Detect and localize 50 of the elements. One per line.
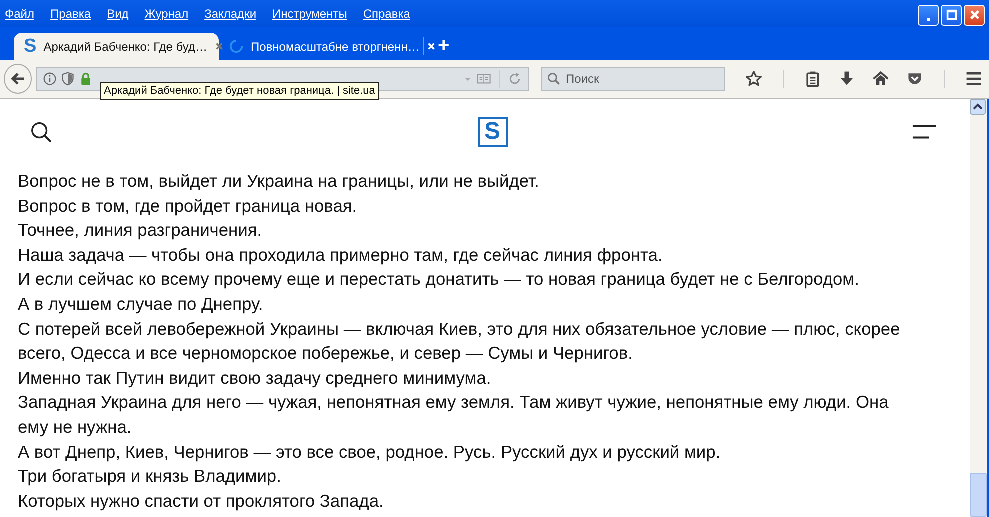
paragraph: Вопрос в том, где пройдет граница новая.: [18, 194, 358, 218]
tab-title: Аркадий Бабченко: Где буд…: [44, 40, 208, 54]
paragraph: Именно так Путин видит свою задачу среднего минимума.: [18, 366, 492, 390]
paragraph: Точнее, линия разграничения.: [18, 219, 264, 242]
paragraph: Западная Украина для него — чужая, непонятная ему земля. Там живут чужие, непонятные ему люди. Она ему не нужна.: [18, 391, 890, 439]
shield-icon: [61, 72, 75, 86]
menu-item[interactable]: Закладки: [204, 6, 265, 20]
maximize-icon: [946, 9, 958, 21]
paragraph: Которых нужно спасти от проклятого Запада.: [18, 490, 385, 513]
info-icon: [43, 72, 57, 86]
menu-item[interactable]: Справка: [362, 6, 418, 20]
minimize-icon: [925, 18, 932, 20]
menu-item[interactable]: Файл: [4, 6, 43, 20]
paragraph: С потерей всей левобережной Украины — включая Киев, это для них обязательное условие — плюс, скорее всего, Одесса и все черноморское побережье, и север — Сумы и Чернигов.: [18, 318, 902, 366]
paragraph: А в лучшем случае по Днепру.: [18, 292, 264, 316]
paragraph: Вопрос не в том, выйдет ли Украина на границы, или не выйдет.: [18, 170, 540, 193]
menu-item[interactable]: Инструменты: [272, 6, 356, 20]
star-icon[interactable]: [745, 70, 763, 88]
browser-tab[interactable]: Повномасштабне вторгненн…: [219, 33, 419, 60]
scrollbar-thumb[interactable]: [970, 473, 987, 517]
download-icon[interactable]: [838, 70, 856, 88]
paragraph: Наша задача — чтобы она проходила примерно там, где сейчас линия фронта.: [18, 244, 664, 267]
clipboard-icon[interactable]: [804, 70, 822, 88]
menu-icon[interactable]: [965, 70, 983, 88]
search-icon[interactable]: [30, 120, 53, 144]
paragraph: И если сейчас ко всему прочему еще и перестать донатить — то новая граница будет не с Белгородом.: [18, 268, 860, 292]
menu-item[interactable]: Вид: [106, 6, 137, 20]
back-button[interactable]: [4, 64, 32, 94]
close-icon: [968, 9, 980, 21]
search-icon: [547, 72, 561, 86]
menu-icon[interactable]: [912, 124, 937, 140]
tooltip: Аркадий Бабченко: Где будет новая граница. | site.ua: [100, 82, 380, 100]
minimize-button[interactable]: [918, 4, 939, 26]
menu-item[interactable]: Правка: [50, 6, 100, 20]
scrollbar[interactable]: [970, 99, 987, 517]
lock-icon: [79, 72, 93, 86]
paragraph: А вот Днепр, Киев, Чернигов — это все свое, родное. Русь. Русский дух и русский мир.: [18, 440, 722, 464]
menu-item[interactable]: Журнал: [144, 6, 197, 20]
arrow-left-icon: [10, 71, 26, 87]
maximize-button[interactable]: [941, 4, 962, 26]
tab-title: Повномасштабне вторгненн…: [251, 40, 420, 54]
search-field[interactable]: Поиск: [541, 67, 725, 91]
paragraph: Три богатыря и князь Владимир.: [18, 465, 282, 488]
scroll-up-icon[interactable]: [970, 99, 986, 115]
new-tab-button[interactable]: +: [432, 33, 456, 60]
site-logo[interactable]: S: [478, 117, 508, 147]
site-favicon: S: [24, 37, 37, 56]
close-button[interactable]: [964, 4, 985, 26]
home-icon[interactable]: [872, 70, 890, 88]
close-icon[interactable]: [214, 42, 224, 51]
